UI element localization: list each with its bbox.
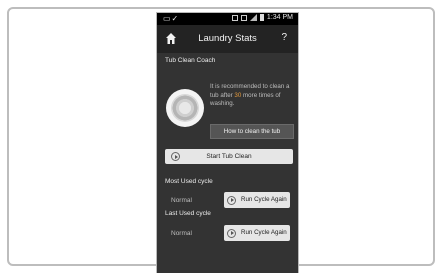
run-cycle-label: Run Cycle Again [241, 229, 287, 236]
play-icon [171, 152, 180, 161]
washer-drum-icon [166, 89, 204, 127]
most-used-cycle-value: Normal [171, 197, 192, 204]
sync-icon [231, 14, 238, 21]
start-tub-clean-label: Start Tub Clean [206, 153, 252, 160]
notification-icons: ▭✓ [163, 14, 180, 23]
play-icon [227, 195, 236, 205]
signal-icon [249, 14, 257, 21]
status-icons: 1:34 PM [231, 14, 293, 21]
how-to-clean-button[interactable]: How to clean the tub [210, 124, 294, 139]
wifi-icon [240, 14, 247, 21]
run-cycle-label: Run Cycle Again [241, 196, 287, 203]
play-icon [227, 228, 236, 238]
status-bar: ▭✓ 1:34 PM [157, 13, 298, 25]
run-most-used-button[interactable]: Run Cycle Again [224, 192, 290, 208]
phone-screen: ▭✓ 1:34 PM Laundry Stats ? Tub Clean Coa… [156, 12, 299, 273]
run-last-used-button[interactable]: Run Cycle Again [224, 225, 290, 241]
help-icon[interactable]: ? [281, 32, 287, 43]
start-tub-clean-button[interactable]: Start Tub Clean [165, 149, 293, 164]
tub-clean-tip: It is recommended to clean a tub after 3… [210, 83, 290, 107]
most-used-cycle-label: Most Used cycle [165, 178, 213, 185]
status-time: 1:34 PM [266, 14, 293, 21]
last-used-cycle-label: Last Used cycle [165, 210, 211, 217]
battery-icon [259, 14, 264, 21]
page-title: Laundry Stats [198, 33, 257, 44]
tub-clean-coach-label: Tub Clean Coach [165, 57, 216, 64]
last-used-cycle-value: Normal [171, 230, 192, 237]
app-header: Laundry Stats ? [157, 25, 298, 53]
